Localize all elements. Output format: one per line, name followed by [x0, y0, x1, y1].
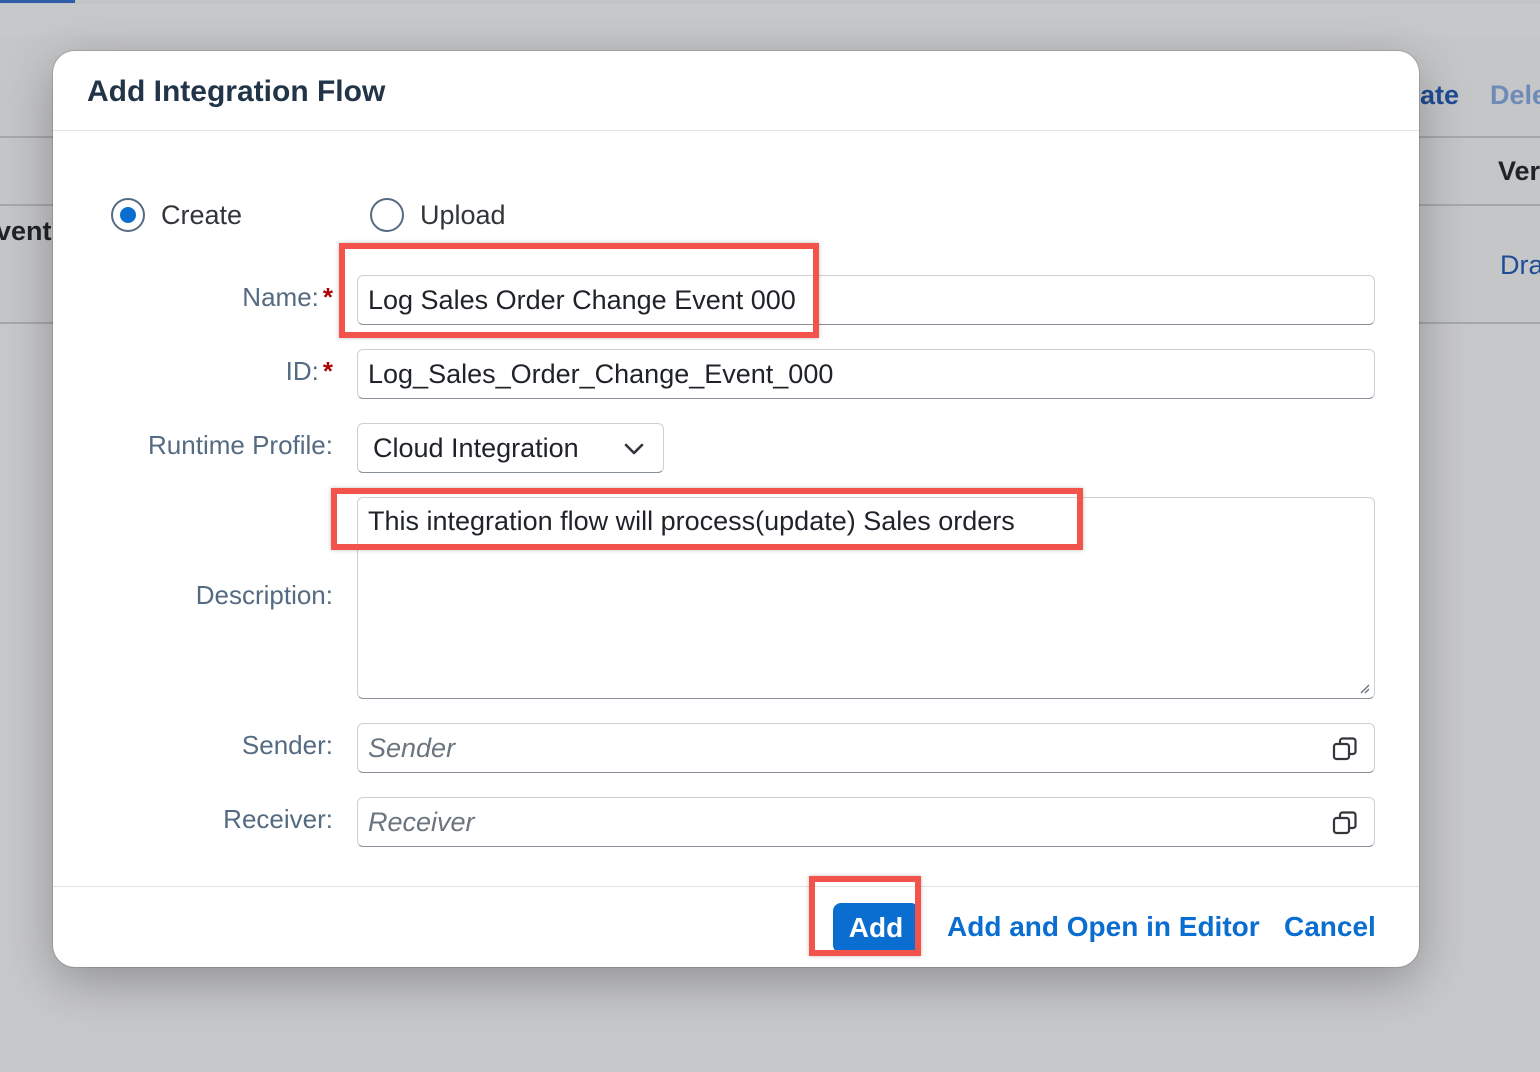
description-label: Description:: [195, 580, 333, 610]
dialog-title: Add Integration Flow: [87, 75, 386, 108]
sender-input[interactable]: Sender: [357, 723, 1375, 773]
cancel-button[interactable]: Cancel: [1284, 911, 1376, 943]
add-and-open-in-editor-button[interactable]: Add and Open in Editor: [947, 911, 1260, 943]
runtime-profile-label: Runtime Profile:: [148, 430, 333, 460]
description-textarea[interactable]: This integration flow will process(updat…: [357, 497, 1375, 699]
name-label-text: Name:: [242, 282, 319, 312]
upload-radio-button[interactable]: [370, 198, 404, 232]
resize-handle-icon[interactable]: [1358, 682, 1370, 694]
create-radio-option[interactable]: Create: [111, 198, 242, 232]
background-delete-action: Dele: [1490, 80, 1540, 110]
dialog-footer: Add Add and Open in Editor Cancel: [53, 886, 1419, 967]
name-label: Name: *: [53, 282, 333, 313]
background-version-header: Ver: [1498, 156, 1540, 186]
value-help-icon[interactable]: [1332, 736, 1358, 762]
runtime-profile-value: Cloud Integration: [373, 433, 579, 463]
background-row-name: vent: [0, 216, 52, 246]
id-required-marker: *: [322, 356, 333, 386]
id-label: ID: *: [53, 356, 333, 387]
chevron-down-icon[interactable]: [623, 438, 645, 460]
dialog-header: Add Integration Flow: [53, 51, 1419, 131]
id-label-text: ID:: [285, 356, 319, 386]
upload-radio-label: Upload: [420, 199, 506, 230]
receiver-input[interactable]: Receiver: [357, 797, 1375, 847]
add-integration-flow-dialog: Add Integration Flow Create Upload Name:…: [53, 51, 1419, 967]
add-button[interactable]: Add: [833, 903, 919, 953]
background-row-status: Dra: [1500, 250, 1540, 280]
id-input[interactable]: Log_Sales_Order_Change_Event_000: [357, 349, 1375, 399]
description-text: This integration flow will process(updat…: [368, 506, 1015, 536]
upload-radio-option[interactable]: Upload: [370, 198, 506, 232]
name-input[interactable]: Log Sales Order Change Event 000: [357, 275, 1375, 325]
receiver-placeholder: Receiver: [368, 807, 475, 837]
sender-placeholder: Sender: [368, 733, 456, 763]
name-required-marker: *: [322, 282, 333, 312]
runtime-profile-select[interactable]: Cloud Integration: [357, 423, 664, 473]
receiver-label: Receiver:: [223, 804, 333, 834]
sender-label: Sender:: [241, 730, 333, 760]
background-edit-action: ate: [1420, 80, 1460, 110]
create-radio-label: Create: [161, 199, 243, 230]
value-help-icon[interactable]: [1332, 810, 1358, 836]
active-tab-indicator: [0, 0, 75, 3]
create-radio-button[interactable]: [111, 198, 145, 232]
app-top-bar: [0, 0, 1540, 4]
